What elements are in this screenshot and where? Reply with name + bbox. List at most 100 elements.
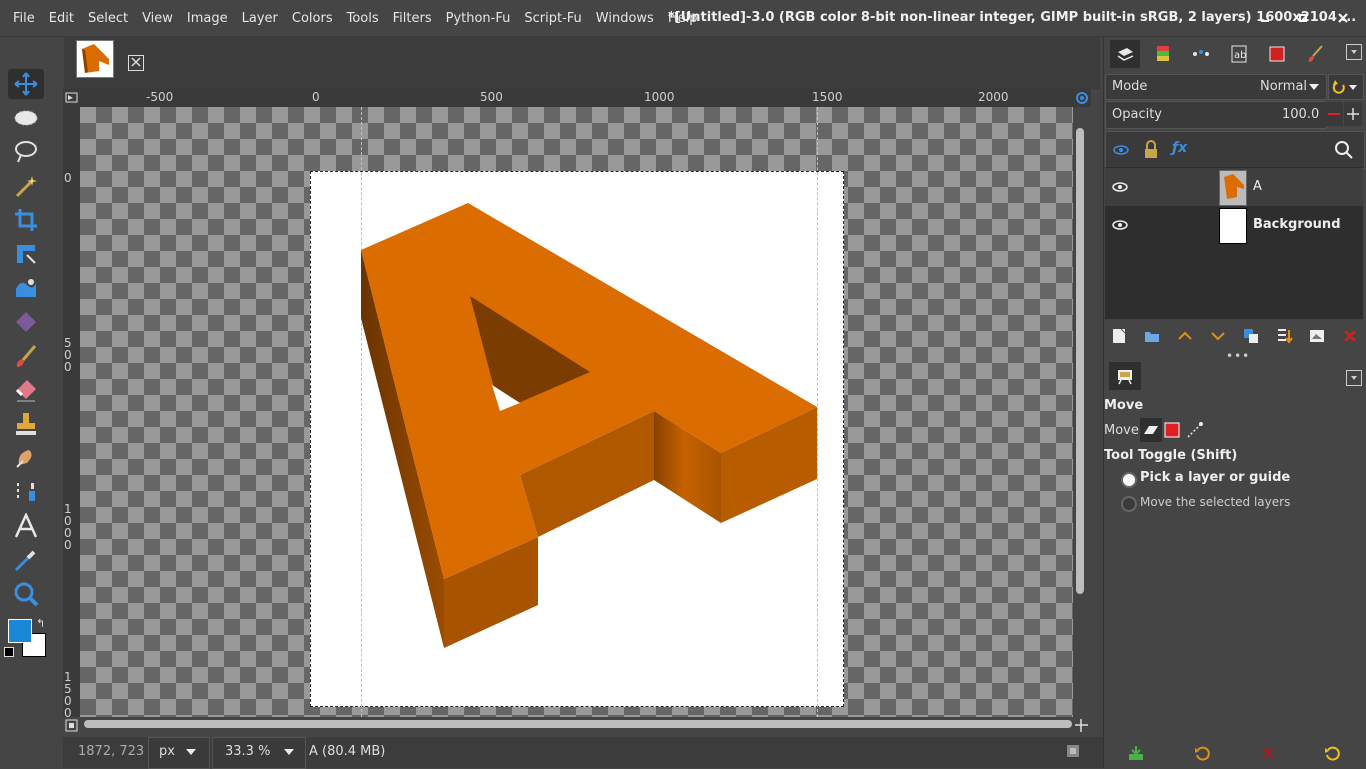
tab-channels[interactable] — [1148, 40, 1178, 68]
ruler-corner[interactable] — [63, 89, 80, 107]
tab-brushes[interactable] — [1300, 40, 1330, 68]
option-pick-layer-label[interactable]: Pick a layer or guide — [1140, 470, 1290, 485]
layer-name[interactable]: Background — [1253, 217, 1341, 232]
default-colors-icon[interactable] — [4, 647, 14, 657]
zoom-tool[interactable] — [8, 579, 44, 609]
raise-layer-button[interactable] — [1175, 327, 1195, 345]
merge-layer-button[interactable] — [1274, 327, 1294, 345]
tab-paths[interactable] — [1186, 40, 1216, 68]
menu-file[interactable]: File — [6, 11, 42, 26]
tab-tool-options[interactable] — [1109, 362, 1141, 390]
delete-tool-preset-button[interactable] — [1259, 744, 1277, 762]
ellipse-select-tool[interactable] — [8, 103, 44, 133]
paths-tool[interactable] — [8, 477, 44, 507]
clone-stamp-icon — [16, 413, 36, 435]
dock-menu-button[interactable] — [1346, 44, 1362, 60]
menu-layer[interactable]: Layer — [235, 11, 285, 26]
warp-transform-tool[interactable] — [8, 273, 44, 303]
lock-icon[interactable] — [1142, 140, 1160, 160]
eye-icon[interactable] — [1111, 217, 1129, 233]
minimize-button[interactable] — [1256, 9, 1274, 27]
save-tool-preset-button[interactable] — [1127, 744, 1145, 762]
layer-name[interactable]: A — [1253, 179, 1262, 194]
image-tab-close-button[interactable] — [128, 55, 144, 71]
color-picker-tool[interactable] — [8, 545, 44, 575]
menu-script-fu[interactable]: Script-Fu — [517, 11, 588, 26]
close-icon — [1338, 13, 1348, 23]
menu-windows[interactable]: Windows — [589, 11, 661, 26]
pointer-info-button[interactable] — [1066, 744, 1080, 758]
unified-transform-tool[interactable] — [8, 239, 44, 269]
tab-fonts[interactable]: ab — [1224, 40, 1254, 68]
foreground-color-swatch[interactable] — [8, 619, 32, 643]
clone-tool[interactable] — [8, 409, 44, 439]
bucket-fill-icon — [16, 312, 36, 332]
swap-colors-icon[interactable]: ↰ — [36, 617, 45, 630]
anchor-layer-button[interactable] — [1307, 327, 1327, 345]
menu-select[interactable]: Select — [81, 11, 135, 26]
menu-python-fu[interactable]: Python-Fu — [439, 11, 518, 26]
eraser-tool[interactable] — [8, 375, 44, 405]
crop-tool[interactable] — [8, 205, 44, 235]
opacity-decrease-button[interactable] — [1325, 102, 1343, 126]
text-tool[interactable] — [8, 511, 44, 541]
radio-pick-layer-or-guide[interactable] — [1121, 472, 1137, 488]
menu-colors[interactable]: Colors — [285, 11, 340, 26]
menu-image[interactable]: Image — [180, 11, 235, 26]
eye-icon[interactable] — [1112, 141, 1130, 159]
menu-edit[interactable]: Edit — [42, 11, 81, 26]
maximize-icon — [1299, 14, 1307, 22]
restore-tool-preset-button[interactable] — [1193, 744, 1211, 762]
opacity-increase-button[interactable] — [1344, 102, 1362, 126]
mask-icon — [1310, 330, 1324, 342]
layer-row-a[interactable]: A — [1105, 168, 1363, 206]
layer-mode-select[interactable]: Mode Normal — [1105, 74, 1327, 100]
lower-layer-button[interactable] — [1208, 327, 1228, 345]
layer-row-background[interactable]: Background — [1105, 206, 1363, 244]
maximize-button[interactable] — [1294, 9, 1312, 27]
duplicate-layer-button[interactable] — [1241, 327, 1261, 345]
new-layer-group-button[interactable] — [1142, 327, 1162, 345]
radio-move-selected-layers[interactable] — [1121, 496, 1137, 512]
move-layer-mode-button[interactable] — [1140, 418, 1162, 442]
zoom-image-toggle[interactable] — [63, 717, 80, 734]
horizontal-scrollbar[interactable] — [84, 720, 1072, 728]
navigate-image-button[interactable] — [1073, 717, 1090, 734]
free-select-tool[interactable] — [8, 137, 44, 167]
tool-options-menu-button[interactable] — [1346, 370, 1362, 386]
option-move-selected-label[interactable]: Move the selected layers — [1140, 495, 1290, 509]
opacity-field[interactable]: Opacity 100.0 — [1105, 101, 1327, 129]
layer-mode-reset-button[interactable] — [1328, 74, 1364, 100]
bucket-fill-tool[interactable] — [8, 307, 44, 337]
new-layer-button[interactable] — [1109, 327, 1129, 345]
delete-layer-button[interactable] — [1340, 327, 1360, 345]
move-selection-mode-button[interactable] — [1164, 422, 1180, 438]
search-icon[interactable] — [1334, 140, 1354, 160]
image-canvas[interactable] — [80, 107, 1073, 717]
menu-view[interactable]: View — [135, 11, 180, 26]
menu-tools[interactable]: Tools — [340, 11, 386, 26]
menu-filters[interactable]: Filters — [386, 11, 439, 26]
eye-icon[interactable] — [1111, 179, 1129, 195]
close-window-button[interactable] — [1334, 9, 1352, 27]
vertical-ruler[interactable]: 0 500 1000 1500 — [63, 107, 81, 717]
navigate-button[interactable] — [1073, 89, 1091, 107]
pane-resize-handle[interactable]: ••• — [1226, 349, 1250, 363]
vertical-scrollbar[interactable] — [1076, 128, 1084, 594]
ruler-label: 1500 — [64, 670, 72, 717]
reset-tool-options-button[interactable] — [1323, 744, 1341, 762]
move-path-mode-button[interactable] — [1185, 420, 1205, 440]
unit-selector[interactable]: px — [148, 737, 210, 769]
tab-layers[interactable] — [1110, 40, 1140, 68]
close-icon — [131, 57, 141, 67]
smudge-tool[interactable] — [8, 443, 44, 473]
smudge-icon — [16, 450, 32, 468]
zoom-selector[interactable]: 33.3 % — [212, 737, 306, 769]
fx-icon[interactable]: ƒx — [1172, 140, 1187, 156]
move-tool[interactable] — [8, 69, 44, 99]
tab-patterns[interactable] — [1262, 40, 1292, 68]
image-tab-thumbnail[interactable] — [76, 40, 114, 78]
fuzzy-select-tool[interactable] — [8, 171, 44, 201]
horizontal-ruler[interactable]: -500 0 500 1000 1500 2000 — [80, 89, 1073, 108]
paintbrush-tool[interactable] — [8, 341, 44, 371]
